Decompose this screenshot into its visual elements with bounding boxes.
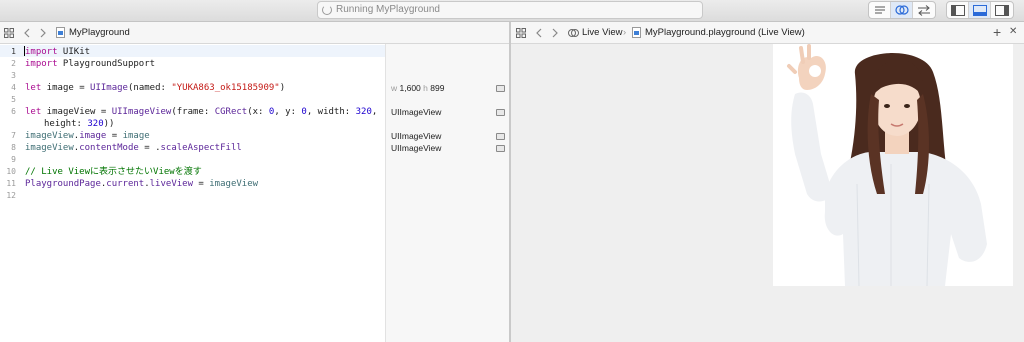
live-view-rings-icon [568, 29, 579, 37]
code-line-1: import UIKit [25, 47, 91, 57]
chevron-right-icon[interactable] [37, 27, 49, 39]
code-line-6: let imageView = UIImageView(frame: CGRec… [25, 107, 378, 117]
activity-status-field: Running MyPlayground [317, 1, 703, 19]
line-number: 3 [11, 71, 16, 80]
window-toolbar: Running MyPlayground [0, 0, 1024, 22]
result-value: UIImageView [391, 143, 442, 153]
code-line-11: PlaygroundPage.current.liveView = imageV… [25, 179, 259, 189]
line-number: 5 [11, 95, 16, 104]
line-number: 7 [11, 131, 16, 140]
code-line-2: import PlaygroundSupport [25, 59, 156, 69]
quick-look-icon[interactable] [496, 109, 505, 116]
add-assistant-button[interactable]: + [993, 24, 1001, 40]
line-number: 9 [11, 155, 16, 164]
result-row: w 1,600 h 899 [391, 83, 509, 95]
rings-icon [895, 5, 909, 15]
assistant-jump-bar: Live View › MyPlayground.playground (Liv… [511, 22, 1024, 44]
activity-spinner-icon [322, 5, 332, 15]
result-row: UIImageView [391, 107, 509, 119]
navigator-toggle-button[interactable] [947, 2, 969, 18]
arrows-icon [918, 5, 930, 16]
version-editor-button[interactable] [913, 2, 935, 18]
standard-editor-button[interactable] [869, 2, 891, 18]
breadcrumb-separator-icon: › [623, 27, 627, 38]
playground-file-icon [56, 27, 65, 38]
breadcrumb-playground-live-view[interactable]: MyPlayground.playground (Live View) [645, 27, 805, 38]
right-panel-icon [995, 5, 1009, 16]
lines-icon [875, 6, 885, 14]
line-number: 8 [11, 143, 16, 152]
line-number: 2 [11, 59, 16, 68]
result-value: UIImageView [391, 131, 442, 141]
bottom-panel-icon [973, 5, 987, 16]
woman-photo-illustration [773, 44, 1013, 286]
layout-segment [946, 1, 1014, 19]
line-number: 1 [11, 47, 16, 56]
left-panel-icon [951, 5, 965, 16]
utilities-toggle-button[interactable] [991, 2, 1013, 18]
line-number: 11 [6, 179, 16, 188]
assistant-editor-button[interactable] [891, 2, 913, 18]
chevron-left-icon[interactable] [21, 27, 33, 39]
close-assistant-button[interactable]: ✕ [1009, 26, 1017, 37]
playground-file-icon [632, 27, 641, 38]
result-row: UIImageView [391, 143, 509, 155]
activity-status-text: Running MyPlayground [336, 4, 440, 15]
result-value: UIImageView [391, 107, 442, 117]
editor-jump-bar: MyPlayground [0, 22, 509, 44]
debug-area-toggle-button[interactable] [969, 2, 991, 18]
code-line-7: imageView.image = image [25, 131, 150, 141]
line-number: 6 [11, 107, 16, 116]
result-row: UIImageView [391, 131, 509, 143]
code-line-8: imageView.contentMode = .scaleAspectFill [25, 143, 242, 153]
breadcrumb-live-view[interactable]: Live View [582, 27, 623, 38]
results-sidebar: w 1,600 h 899 UIImageView UIImageView UI… [385, 44, 509, 342]
code-line-6-wrap: height: 320)) [44, 119, 115, 129]
quick-look-icon[interactable] [496, 133, 505, 140]
code-line-4: let image = UIImage(named: "YUKA863_ok15… [25, 83, 286, 93]
line-number: 10 [6, 167, 16, 176]
live-view-photo [773, 44, 1013, 286]
chevron-left-icon[interactable] [533, 27, 545, 39]
code-line-10: // Live Viewに表示させたいViewを渡す [25, 167, 202, 177]
editor-mode-segment [868, 1, 936, 19]
code-editor[interactable]: 1 2 3 4 5 6 7 8 9 10 11 12 import UIKit … [0, 44, 385, 342]
line-number: 4 [11, 83, 16, 92]
quick-look-icon[interactable] [496, 145, 505, 152]
related-items-grid-icon[interactable] [3, 27, 15, 39]
chevron-right-icon[interactable] [549, 27, 561, 39]
quick-look-icon[interactable] [496, 85, 505, 92]
result-size: w 1,600 h 899 [391, 83, 445, 93]
line-number-gutter: 1 2 3 4 5 6 7 8 9 10 11 12 [0, 44, 20, 342]
jump-bar-file-name[interactable]: MyPlayground [69, 27, 130, 38]
related-items-grid-icon[interactable] [515, 27, 527, 39]
line-number: 12 [6, 191, 16, 200]
